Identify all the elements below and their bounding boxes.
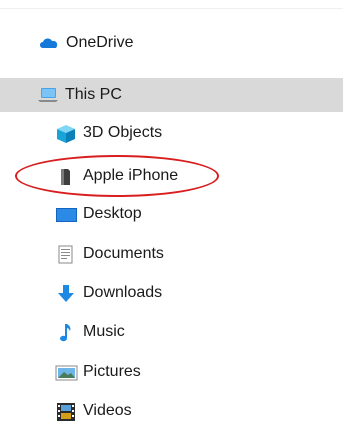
download-icon xyxy=(55,284,75,302)
nav-item-videos[interactable]: Videos xyxy=(0,394,343,428)
nav-item-onedrive[interactable]: OneDrive xyxy=(0,26,343,60)
nav-item-3d-objects[interactable]: 3D Objects xyxy=(0,116,343,150)
nav-item-label: 3D Objects xyxy=(83,124,163,141)
nav-item-desktop[interactable]: Desktop xyxy=(0,197,343,231)
nav-item-label: Desktop xyxy=(83,205,142,222)
nav-item-this-pc[interactable]: This PC xyxy=(0,78,343,112)
nav-item-label: Videos xyxy=(83,402,132,419)
music-note-icon xyxy=(55,323,75,342)
red-highlight-ellipse xyxy=(15,155,219,197)
nav-item-downloads[interactable]: Downloads xyxy=(0,276,343,310)
navigation-pane: OneDrive This PC 3D Objects Apple iPhone… xyxy=(0,0,343,428)
nav-item-documents[interactable]: Documents xyxy=(0,237,343,271)
nav-item-label: Music xyxy=(83,323,125,340)
nav-item-label: OneDrive xyxy=(66,34,134,51)
nav-item-label: This PC xyxy=(65,86,122,103)
nav-item-pictures[interactable]: Pictures xyxy=(0,355,343,389)
cloud-icon xyxy=(38,34,58,52)
nav-item-label: Downloads xyxy=(83,284,163,301)
film-icon xyxy=(55,402,75,421)
nav-item-music[interactable]: Music xyxy=(0,315,343,349)
nav-item-label: Documents xyxy=(83,245,164,262)
desktop-icon xyxy=(55,205,77,223)
cube-icon xyxy=(55,124,75,143)
picture-icon xyxy=(55,363,78,381)
nav-item-label: Pictures xyxy=(83,363,141,380)
computer-icon xyxy=(37,86,58,104)
document-icon xyxy=(55,245,75,264)
